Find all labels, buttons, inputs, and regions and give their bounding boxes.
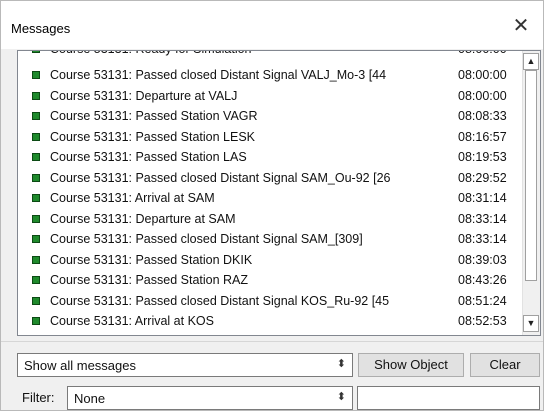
message-time: 08:51:24	[458, 293, 507, 308]
status-dot-icon	[32, 317, 40, 325]
status-dot-icon	[32, 255, 40, 264]
select-arrow-icon: ⬍	[336, 358, 346, 370]
status-dot-icon	[32, 235, 40, 243]
list-item[interactable]: Course 53131: Passed Station RAZ 08:43:26	[18, 270, 524, 291]
list-item[interactable]: Course 53131: Passed closed Distant Sign…	[18, 168, 524, 189]
filter-select-value: None	[74, 391, 106, 406]
message-time: 08:00:00	[458, 51, 507, 56]
message-time: 08:19:53	[458, 150, 507, 164]
message-time: 08:08:33	[458, 109, 507, 123]
divider	[1, 341, 543, 342]
message-time: 08:33:14	[458, 232, 507, 246]
status-dot-icon	[32, 276, 40, 284]
status-dot-icon	[32, 71, 40, 79]
message-time: 08:39:03	[458, 252, 507, 267]
clear-button[interactable]: Clear	[470, 353, 540, 377]
message-text: Course 53131: Passed Station LESK	[50, 129, 255, 144]
message-text: Course 53131: Arrival at SAM	[50, 191, 215, 205]
message-time: 08:43:26	[458, 273, 507, 287]
filter-select[interactable]: None ⬍	[67, 386, 353, 410]
message-text: Course 53131: Passed Station LAS	[50, 150, 247, 164]
message-text: Course 53131: Passed closed Distant Sign…	[50, 170, 391, 185]
close-icon[interactable]: ✕	[509, 14, 533, 38]
message-text: Course 53131: Departure at VALJ	[50, 88, 238, 103]
message-time: 08:52:53	[458, 314, 507, 328]
message-time: 08:00:00	[458, 88, 507, 103]
list-item[interactable]: Course 53131: Passed Station LESK 08:16:5…	[18, 127, 524, 148]
filter-label: Filter:	[22, 390, 55, 405]
message-time: 08:16:57	[458, 129, 507, 144]
list-item[interactable]: Course 53131: Passed closed Distant Sign…	[18, 291, 524, 312]
message-filter-select[interactable]: Show all messages ⬍	[17, 353, 353, 377]
list-item[interactable]: Course 53131: Passed closed Distant Sign…	[18, 65, 524, 86]
message-time: 08:33:14	[458, 211, 507, 226]
message-text: Course 53131: Passed closed Distant Sign…	[50, 293, 390, 308]
list-item[interactable]: Course 53131: Departure at VALJ 08:00:00	[18, 86, 524, 107]
message-text: Course 53131: Arrival at KOS	[50, 314, 214, 328]
status-dot-icon	[32, 91, 40, 100]
status-dot-icon	[32, 194, 40, 202]
status-dot-icon	[32, 296, 40, 305]
status-dot-icon	[32, 153, 40, 161]
status-dot-icon	[32, 112, 40, 120]
message-text: Course 53131: Ready for Simulation	[50, 51, 430, 56]
window-title: Messages	[11, 21, 71, 36]
message-text: Course 53131: Passed Station VAGR	[50, 109, 258, 123]
message-time: 08:31:14	[458, 191, 507, 205]
list-item[interactable]: Course 53131: Passed closed Distant Sign…	[18, 229, 524, 250]
message-text: Course 53131: Passed closed Distant Sign…	[50, 232, 363, 246]
list-item[interactable]: Course 53131: Arrival at KOS 08:52:53	[18, 311, 524, 332]
status-dot-icon	[32, 51, 40, 53]
list-item[interactable]: Course 53131: Departure at SAM 08:33:14	[18, 209, 524, 230]
filter-text-input[interactable]	[357, 386, 540, 410]
message-text: Course 53131: Passed Station RAZ	[50, 273, 249, 287]
list-item[interactable]: Course 53131: Passed Station VAGR 08:08:3…	[18, 106, 524, 127]
status-dot-icon	[32, 214, 40, 223]
title-bar: Messages ✕	[1, 1, 543, 49]
message-time: 08:00:00	[458, 68, 507, 82]
status-dot-icon	[32, 173, 40, 182]
list-item[interactable]: Course 53131: Passed Station DKIK 08:39:0…	[18, 250, 524, 271]
scroll-down-icon[interactable]: ▼	[523, 315, 539, 332]
message-rows: Course 53131: Ready for Simulation 08:00:…	[18, 51, 524, 332]
scroll-thumb[interactable]	[525, 70, 537, 281]
message-time: 08:29:52	[458, 170, 507, 185]
message-filter-value: Show all messages	[24, 358, 136, 373]
message-text: Course 53131: Departure at SAM	[50, 211, 236, 226]
select-arrow-icon: ⬍	[336, 391, 346, 403]
message-text: Course 53131: Passed Station DKIK	[50, 252, 253, 267]
status-dot-icon	[32, 132, 40, 141]
message-text: Course 53131: Passed closed Distant Sign…	[50, 68, 387, 82]
list-item[interactable]: Course 53131: Arrival at SAM 08:31:14	[18, 188, 524, 209]
message-list[interactable]: Course 53131: Ready for Simulation 08:00:…	[17, 50, 541, 336]
vertical-scrollbar[interactable]: ▲ ▼	[522, 51, 540, 335]
scroll-up-icon[interactable]: ▲	[523, 53, 539, 70]
show-object-button[interactable]: Show Object	[358, 353, 464, 377]
list-item[interactable]: Course 53131: Passed Station LAS 08:19:53	[18, 147, 524, 168]
list-item[interactable]: Course 53131: Ready for Simulation 08:00:…	[18, 51, 524, 59]
